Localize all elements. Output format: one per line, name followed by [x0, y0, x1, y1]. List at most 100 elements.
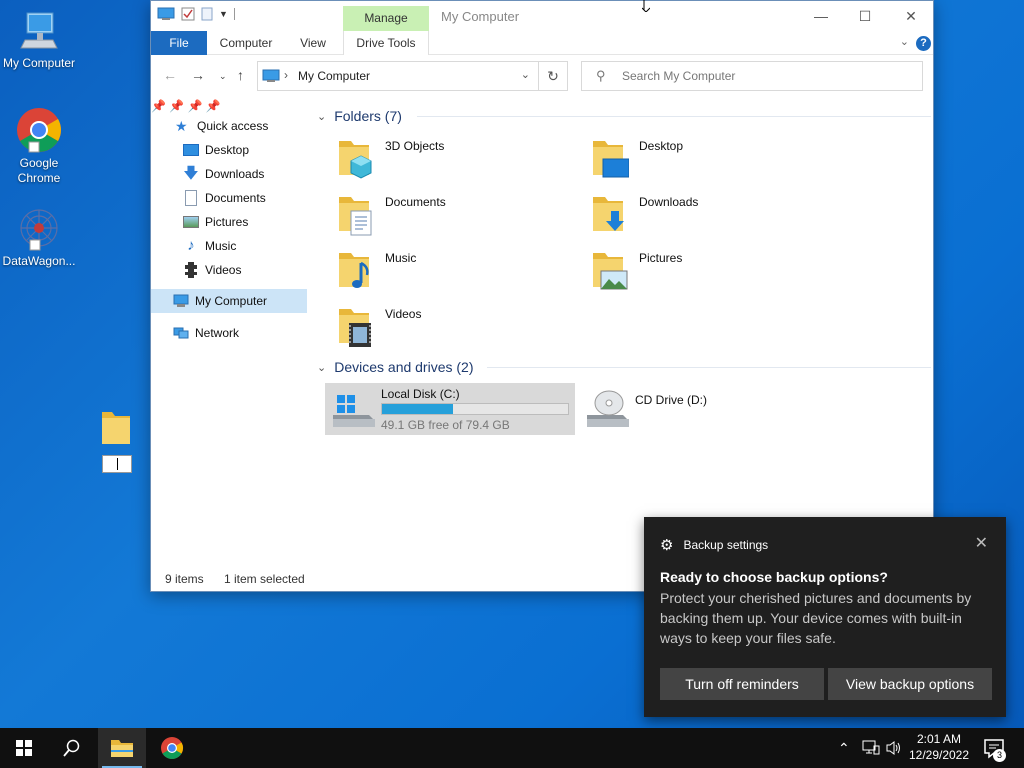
speaker-icon[interactable]	[886, 740, 902, 756]
desktop-icon-datawagon[interactable]: DataWagon...	[1, 206, 77, 269]
folder-desktop[interactable]: Desktop	[583, 133, 833, 185]
toast-body: Protect your cherished pictures and docu…	[660, 590, 972, 646]
pin-icon[interactable]: 📌	[151, 99, 166, 113]
nav-item-desktop[interactable]: Desktop	[183, 139, 249, 161]
drive-label: Local Disk (C:)	[381, 387, 460, 401]
rename-box[interactable]	[102, 455, 132, 473]
nav-network[interactable]: Network	[173, 322, 239, 344]
folder-label: Desktop	[639, 139, 684, 153]
explorer-window[interactable]: ▼ Manage My Computer — ☐ ✕ File Computer…	[150, 0, 934, 592]
pin-icon[interactable]: 📌	[188, 99, 203, 113]
taskbar-chrome[interactable]	[148, 728, 196, 768]
close-icon[interactable]: ✕	[975, 533, 988, 553]
nav-item-documents[interactable]: Documents	[183, 187, 266, 209]
content-pane: ⌄ Folders (7) 3D Objects Desktop Documen…	[311, 99, 933, 569]
network-icon[interactable]	[862, 740, 880, 756]
desktop-icon-chrome[interactable]: Google Chrome	[1, 106, 77, 186]
documents-folder-icon	[339, 197, 372, 236]
nav-label: Music	[205, 239, 237, 253]
status-selection: 1 item selected	[224, 572, 305, 586]
new-folder-icon[interactable]	[201, 7, 213, 21]
music-folder-icon	[339, 253, 369, 288]
breadcrumb[interactable]: My Computer	[298, 69, 370, 83]
search-input[interactable]: Search My Computer	[622, 69, 735, 83]
nav-label: Desktop	[205, 143, 250, 157]
title-bar[interactable]: ▼ Manage My Computer — ☐ ✕	[151, 1, 933, 31]
chevron-down-icon[interactable]: ⌄	[521, 68, 530, 81]
folder-icon	[102, 412, 130, 444]
desktop-folder-drag[interactable]	[100, 406, 134, 473]
navigation-pane: ★ Quick access Desktop 📌 🡇 Downloads 📌 D…	[151, 99, 309, 569]
computer-icon[interactable]	[157, 7, 175, 21]
search-box[interactable]: ⚲ Search My Computer	[581, 61, 923, 91]
chrome-icon	[17, 108, 61, 153]
folder-3d-objects[interactable]: 3D Objects	[329, 133, 579, 185]
folder-music[interactable]: Music	[329, 245, 579, 297]
drive-cd-d[interactable]: CD Drive (D:)	[579, 383, 829, 435]
quick-access-toolbar: ▼	[157, 7, 235, 21]
properties-icon[interactable]	[181, 7, 195, 21]
folder-label: Music	[385, 251, 417, 265]
tab-computer[interactable]: Computer	[213, 31, 279, 55]
nav-item-music[interactable]: ♪ Music	[183, 235, 236, 257]
start-button[interactable]	[0, 728, 48, 768]
folder-label: Documents	[385, 195, 446, 209]
desktop-icon-label: Google Chrome	[17, 156, 61, 185]
breadcrumb-separator-icon[interactable]: ›	[284, 68, 288, 82]
nav-item-videos[interactable]: Videos	[183, 259, 241, 281]
pin-icon[interactable]: 📌	[206, 99, 221, 113]
drives-group-header[interactable]: ⌄ Devices and drives (2)	[317, 356, 931, 378]
nav-item-pictures[interactable]: Pictures	[183, 211, 248, 233]
chevron-down-icon[interactable]: ⌄	[317, 110, 326, 123]
folder-documents[interactable]: Documents	[329, 189, 579, 241]
nav-item-downloads[interactable]: 🡇 Downloads	[183, 163, 264, 185]
tab-manage[interactable]: Manage	[343, 6, 429, 31]
nav-quick-access[interactable]: ★ Quick access	[175, 115, 268, 137]
pictures-icon	[183, 216, 199, 228]
desktop-icon-my-computer[interactable]: My Computer	[1, 10, 77, 71]
download-arrow-icon: 🡇	[183, 165, 199, 182]
navigation-bar: ← → ⌄ ↑ › My Computer ⌄ ↻ ⚲ Search My Co…	[151, 55, 933, 99]
search-icon	[63, 739, 80, 757]
pin-icon[interactable]: 📌	[169, 99, 184, 113]
qat-dropdown-icon[interactable]: ▼	[219, 9, 228, 19]
address-bar[interactable]: › My Computer ⌄	[257, 61, 539, 91]
qat-divider	[233, 8, 235, 20]
chrome-icon	[161, 737, 183, 759]
help-icon[interactable]: ?	[916, 36, 931, 51]
windows-logo-icon	[16, 740, 32, 756]
back-arrow-icon[interactable]: ←	[163, 67, 177, 83]
search-button[interactable]	[48, 728, 96, 768]
computer-icon	[173, 294, 189, 307]
view-backup-options-button[interactable]: View backup options	[828, 668, 992, 700]
refresh-button[interactable]: ↻	[538, 61, 568, 91]
folder-label: 3D Objects	[385, 139, 445, 153]
drive-local-disk-c[interactable]: Local Disk (C:) 49.1 GB free of 79.4 GB	[325, 383, 575, 435]
minimize-button[interactable]: —	[799, 5, 843, 27]
folder-pictures[interactable]: Pictures	[583, 245, 833, 297]
clock[interactable]: 2:01 AM 12/29/2022	[906, 731, 972, 763]
expand-ribbon-icon[interactable]: ⌄	[900, 35, 909, 48]
tab-file[interactable]: File	[151, 31, 207, 55]
document-icon	[185, 190, 197, 206]
maximize-button[interactable]: ☐	[843, 5, 887, 27]
status-item-count: 9 items	[165, 572, 204, 586]
tab-drive-tools[interactable]: Drive Tools	[343, 31, 429, 55]
forward-arrow-icon[interactable]: →	[191, 67, 205, 83]
chevron-up-icon[interactable]: ⌃	[838, 728, 850, 768]
datawagon-icon	[20, 209, 58, 251]
mouse-cursor	[641, 0, 651, 13]
close-button[interactable]: ✕	[889, 5, 933, 27]
recent-dropdown-icon[interactable]: ⌄	[219, 71, 227, 82]
network-icon	[173, 327, 189, 339]
tab-view[interactable]: View	[287, 31, 339, 55]
chevron-down-icon[interactable]: ⌄	[317, 361, 326, 374]
turn-off-reminders-button[interactable]: Turn off reminders	[660, 668, 824, 700]
backup-toast[interactable]: ⚙ Backup settings ✕ Ready to choose back…	[644, 517, 1006, 717]
folders-group-header[interactable]: ⌄ Folders (7)	[317, 105, 931, 127]
folder-downloads[interactable]: Downloads	[583, 189, 833, 241]
nav-this-pc[interactable]: My Computer	[173, 290, 267, 312]
taskbar-file-explorer[interactable]	[98, 728, 146, 768]
folder-videos[interactable]: Videos	[329, 301, 579, 353]
up-arrow-icon[interactable]: ↑	[237, 67, 244, 83]
